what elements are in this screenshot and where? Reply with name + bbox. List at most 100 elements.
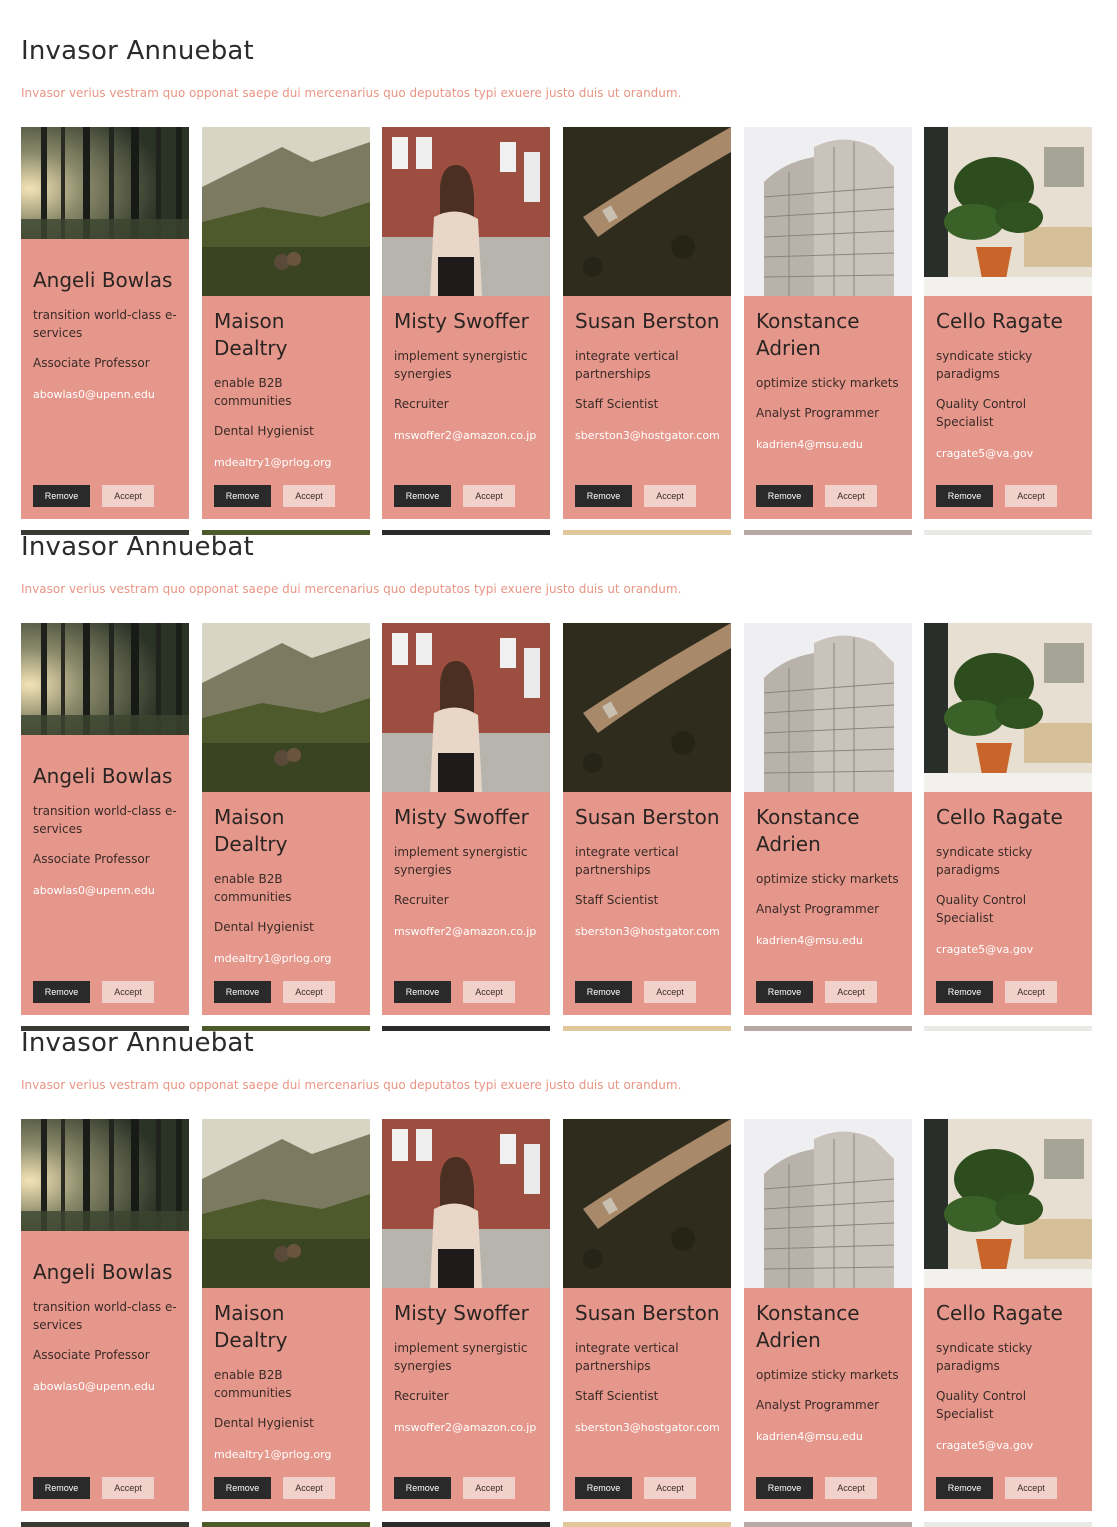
card-grid: Angeli Bowlas transition world-class e-se… — [21, 127, 1111, 535]
card-name: Susan Berston — [575, 1301, 720, 1325]
profile-card: Angeli Bowlas transition world-class e-se… — [21, 1119, 189, 1511]
card-tagline: syndicate sticky paradigms — [936, 845, 1033, 877]
card-tagline: integrate vertical partnerships — [575, 1341, 679, 1373]
card-name: Misty Swoffer — [394, 309, 529, 333]
profile-card: Konstance Adrien optimize sticky markets A… — [744, 1119, 912, 1511]
card-name: Maison Dealtry — [214, 309, 288, 360]
card-job-title: Quality Control Specialist — [936, 893, 1027, 925]
card-body: Angeli Bowlas transition world-class e-se… — [33, 763, 179, 900]
card-body: Susan Berston integrate vertical partners… — [575, 308, 721, 445]
profile-card: Maison Dealtry enable B2B communities Dent… — [202, 127, 370, 519]
remove-button[interactable]: Remove — [936, 1477, 993, 1499]
card-name: Angeli Bowlas — [33, 268, 173, 292]
building-photo — [744, 127, 912, 296]
card-grid: Angeli Bowlas transition world-class e-se… — [21, 623, 1111, 1031]
card-body: Misty Swoffer implement synergistic syner… — [394, 1300, 540, 1437]
accept-button[interactable]: Accept — [283, 1477, 335, 1499]
card-job-title: Analyst Programmer — [756, 406, 880, 420]
remove-button[interactable]: Remove — [214, 1477, 271, 1499]
profile-card: Misty Swoffer implement synergistic syner… — [382, 127, 550, 519]
card-job-title: Recruiter — [394, 397, 449, 411]
card-tagline: integrate vertical partnerships — [575, 845, 679, 877]
plant-photo — [924, 1119, 1092, 1288]
plant-photo — [924, 127, 1092, 296]
next-row-photo-edge — [382, 1522, 550, 1527]
mountain-couple-photo — [202, 127, 370, 296]
accept-button[interactable]: Accept — [102, 1477, 154, 1499]
woman-portrait-photo — [382, 127, 550, 296]
remove-button[interactable]: Remove — [33, 1477, 90, 1499]
card-email: abowlas0@upenn.edu — [33, 884, 155, 897]
card-job-title: Associate Professor — [33, 356, 150, 370]
section-subtitle: Invasor verius vestram quo opponat saepe… — [21, 582, 682, 596]
profile-card: Misty Swoffer implement synergistic syner… — [382, 1119, 550, 1511]
profile-card: Susan Berston integrate vertical partners… — [563, 1119, 731, 1511]
card-job-title: Staff Scientist — [575, 893, 659, 907]
accept-button[interactable]: Accept — [1005, 1477, 1057, 1499]
accept-button[interactable]: Accept — [825, 1477, 877, 1499]
card-job-title: Associate Professor — [33, 1348, 150, 1362]
card-tagline: transition world-class e-services — [33, 308, 177, 340]
section-title: Invasor Annuebat — [21, 36, 254, 66]
section-subtitle: Invasor verius vestram quo opponat saepe… — [21, 1078, 682, 1092]
profile-card: Angeli Bowlas transition world-class e-se… — [21, 127, 189, 519]
profile-card: Cello Ragate syndicate sticky paradigms Qu… — [924, 1119, 1092, 1511]
building-photo — [744, 623, 912, 792]
card-body: Maison Dealtry enable B2B communities Dent… — [214, 1300, 360, 1464]
card-job-title: Dental Hygienist — [214, 920, 314, 934]
card-tagline: transition world-class e-services — [33, 1300, 177, 1332]
card-name: Konstance Adrien — [756, 309, 860, 360]
aerial-forest-photo — [563, 1119, 731, 1288]
card-job-title: Staff Scientist — [575, 397, 659, 411]
card-name: Cello Ragate — [936, 1301, 1063, 1325]
section-title: Invasor Annuebat — [21, 532, 254, 562]
card-name: Konstance Adrien — [756, 1301, 860, 1352]
card-tagline: optimize sticky markets — [756, 872, 899, 886]
remove-button[interactable]: Remove — [575, 1477, 632, 1499]
card-tagline: optimize sticky markets — [756, 1368, 899, 1382]
remove-button[interactable]: Remove — [394, 1477, 451, 1499]
card-email: cragate5@va.gov — [936, 447, 1034, 460]
card-body: Cello Ragate syndicate sticky paradigms Qu… — [936, 804, 1082, 959]
card-email: abowlas0@upenn.edu — [33, 388, 155, 401]
card-job-title: Dental Hygienist — [214, 1416, 314, 1430]
card-tagline: syndicate sticky paradigms — [936, 1341, 1033, 1373]
card-tagline: optimize sticky markets — [756, 376, 899, 390]
card-name: Maison Dealtry — [214, 1301, 288, 1352]
profile-card: Konstance Adrien optimize sticky markets A… — [744, 127, 912, 519]
card-tagline: implement synergistic synergies — [394, 349, 528, 381]
card-job-title: Quality Control Specialist — [936, 397, 1027, 429]
card-name: Angeli Bowlas — [33, 764, 173, 788]
card-section: Invasor Annuebat Invasor verius vestram q… — [0, 496, 1117, 1031]
card-job-title: Dental Hygienist — [214, 424, 314, 438]
accept-button[interactable]: Accept — [644, 1477, 696, 1499]
card-email: mswoffer2@amazon.co.jp — [394, 429, 537, 442]
card-name: Cello Ragate — [936, 805, 1063, 829]
card-name: Cello Ragate — [936, 309, 1063, 333]
forest-photo — [21, 623, 189, 735]
card-email: mdealtry1@prlog.org — [214, 456, 332, 469]
card-email: kadrien4@msu.edu — [756, 934, 863, 947]
mountain-couple-photo — [202, 1119, 370, 1288]
mountain-couple-photo — [202, 623, 370, 792]
card-body: Susan Berston integrate vertical partners… — [575, 1300, 721, 1437]
remove-button[interactable]: Remove — [756, 1477, 813, 1499]
card-section: Invasor Annuebat Invasor verius vestram q… — [0, 0, 1117, 535]
next-row-photo-edge — [202, 1522, 370, 1527]
profile-card: Misty Swoffer implement synergistic syner… — [382, 623, 550, 1015]
section-subtitle: Invasor verius vestram quo opponat saepe… — [21, 86, 682, 100]
card-email: sberston3@hostgator.com — [575, 429, 720, 442]
profile-card: Susan Berston integrate vertical partners… — [563, 127, 731, 519]
card-body: Angeli Bowlas transition world-class e-se… — [33, 1259, 179, 1396]
card-name: Maison Dealtry — [214, 805, 288, 856]
accept-button[interactable]: Accept — [463, 1477, 515, 1499]
next-row-photo-edge — [21, 1522, 189, 1527]
card-body: Misty Swoffer implement synergistic syner… — [394, 804, 540, 941]
card-tagline: enable B2B communities — [214, 872, 292, 904]
card-tagline: enable B2B communities — [214, 376, 292, 408]
profile-card: Maison Dealtry enable B2B communities Dent… — [202, 623, 370, 1015]
card-job-title: Staff Scientist — [575, 1389, 659, 1403]
card-body: Konstance Adrien optimize sticky markets A… — [756, 1300, 902, 1446]
card-name: Susan Berston — [575, 805, 720, 829]
forest-photo — [21, 127, 189, 239]
